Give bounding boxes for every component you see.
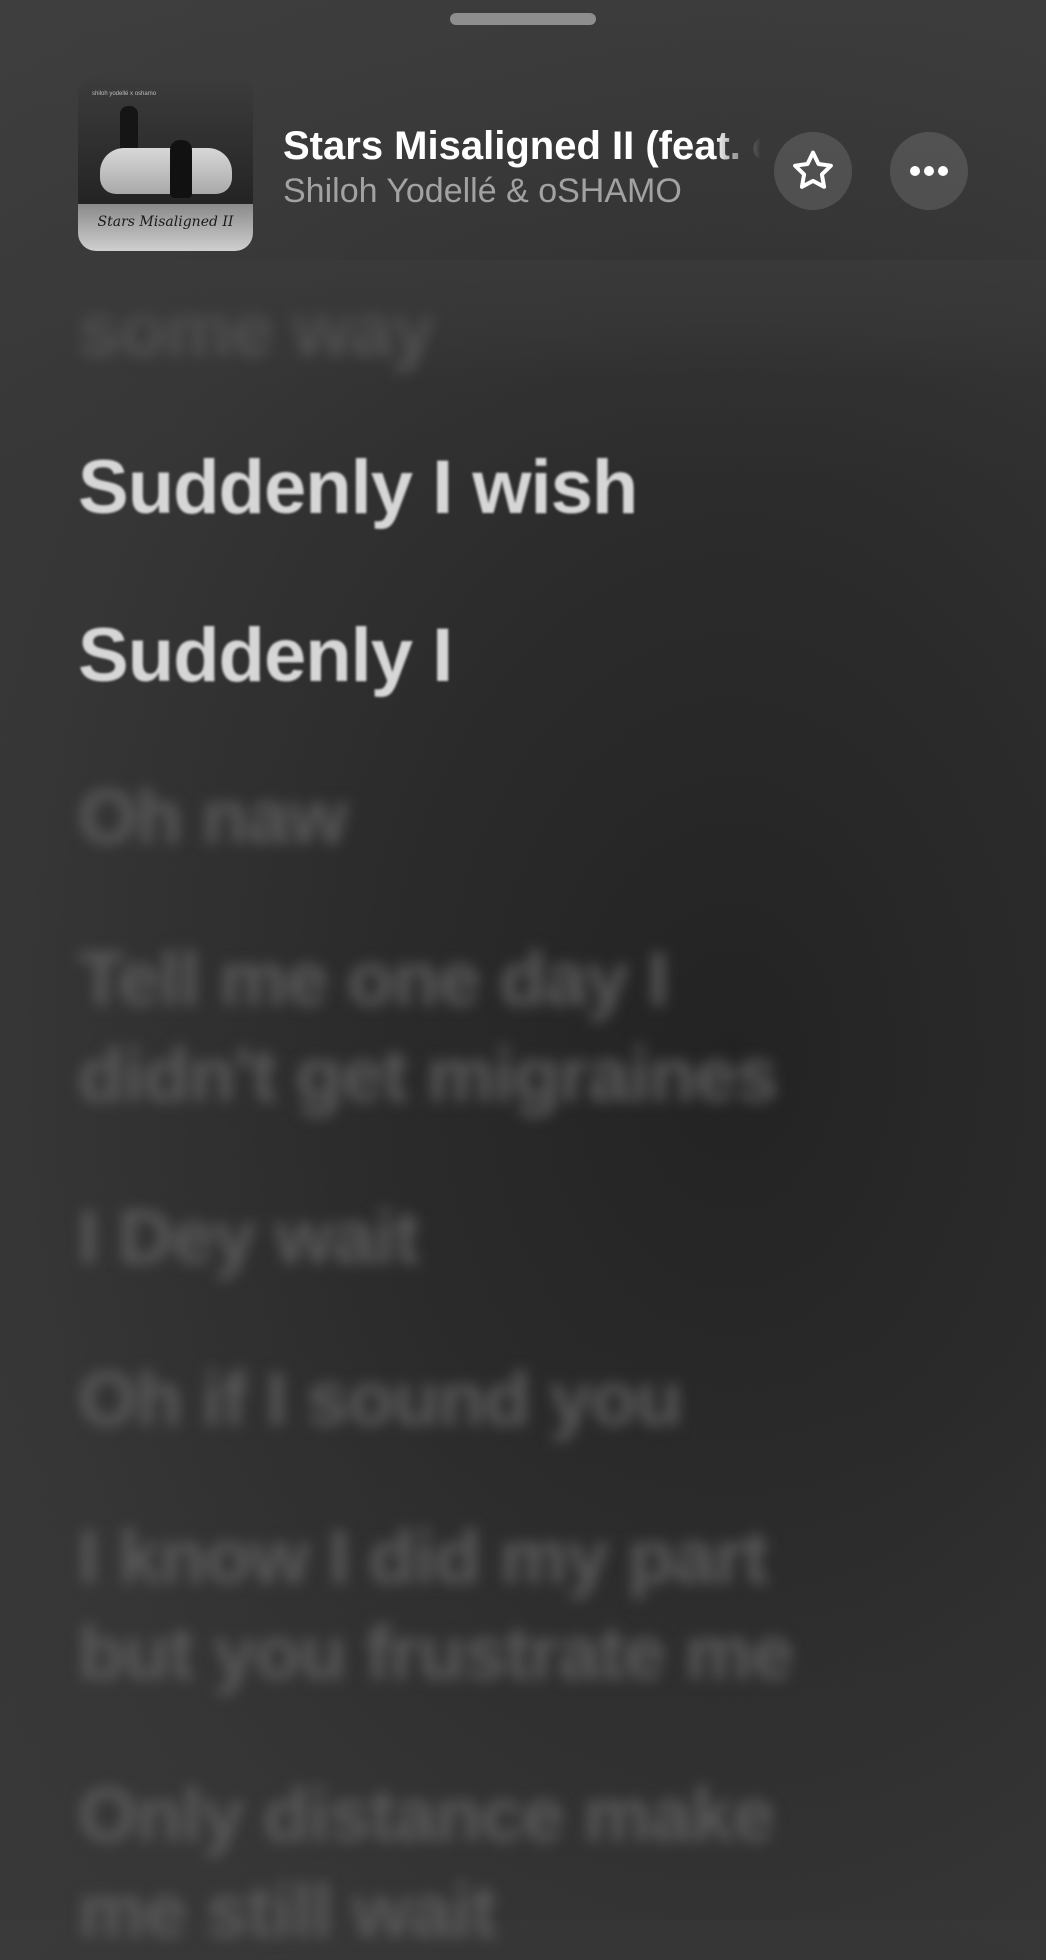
lyric-line[interactable]: Oh naw (78, 770, 978, 866)
lyric-line[interactable]: Only distance make me still wait (78, 1768, 978, 1960)
track-info[interactable]: Stars Misaligned II (feat. oSHAMO) Shilo… (283, 122, 761, 212)
lyric-line[interactable]: Tell me one day I didn't get migraines (78, 932, 978, 1124)
star-outline-icon (793, 150, 833, 189)
lyric-line[interactable]: I know I did my part but you frustrate m… (78, 1510, 978, 1702)
song-title: Stars Misaligned II (feat. oSHAMO) (283, 124, 761, 168)
sheet-grabber-handle[interactable] (450, 13, 596, 25)
more-options-button[interactable] (890, 132, 968, 210)
lyric-line-current[interactable]: Suddenly I wish (78, 440, 978, 536)
favorite-button[interactable] (774, 132, 852, 210)
ellipsis-icon (910, 166, 948, 176)
artwork-script-title: Stars Misaligned II (97, 214, 234, 230)
artwork-figure (170, 140, 192, 198)
lyric-line[interactable]: I Dey wait (78, 1190, 978, 1286)
artist-name: Shiloh Yodellé & oSHAMO (283, 172, 682, 210)
lyric-line[interactable]: Oh if I sound you (78, 1352, 978, 1448)
now-playing-header: shiloh yodellé x oshamo Stars Misaligned… (78, 76, 978, 252)
lyric-line[interactable]: some way (78, 282, 978, 378)
lyric-line-current[interactable]: Suddenly I (78, 608, 978, 704)
artwork-small-text: shiloh yodellé x oshamo (92, 91, 157, 97)
album-artwork[interactable]: shiloh yodellé x oshamo Stars Misaligned… (78, 76, 253, 251)
artwork-sofa (100, 148, 232, 194)
